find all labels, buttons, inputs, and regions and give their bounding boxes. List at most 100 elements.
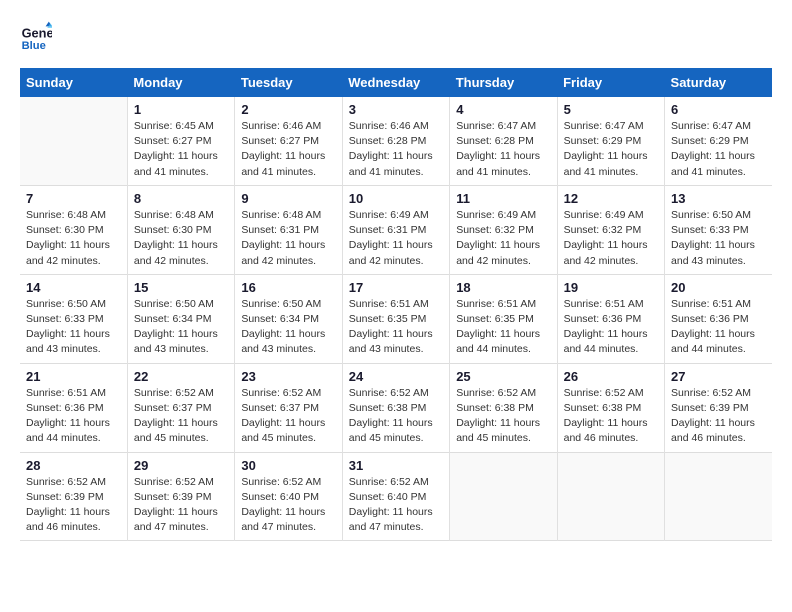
day-info: Sunrise: 6:52 AM Sunset: 6:40 PM Dayligh… — [349, 475, 443, 536]
calendar-cell: 24 Sunrise: 6:52 AM Sunset: 6:38 PM Dayli… — [342, 363, 449, 452]
day-info: Sunrise: 6:52 AM Sunset: 6:38 PM Dayligh… — [349, 386, 443, 447]
calendar-cell: 1 Sunrise: 6:45 AM Sunset: 6:27 PM Daylig… — [127, 97, 234, 185]
day-number: 6 — [671, 102, 766, 117]
day-info: Sunrise: 6:47 AM Sunset: 6:29 PM Dayligh… — [671, 119, 766, 180]
day-number: 29 — [134, 458, 228, 473]
calendar-cell: 10 Sunrise: 6:49 AM Sunset: 6:31 PM Dayli… — [342, 185, 449, 274]
day-info: Sunrise: 6:52 AM Sunset: 6:39 PM Dayligh… — [26, 475, 121, 536]
day-info: Sunrise: 6:51 AM Sunset: 6:35 PM Dayligh… — [349, 297, 443, 358]
day-info: Sunrise: 6:48 AM Sunset: 6:31 PM Dayligh… — [241, 208, 335, 269]
day-info: Sunrise: 6:50 AM Sunset: 6:34 PM Dayligh… — [241, 297, 335, 358]
calendar-cell: 3 Sunrise: 6:46 AM Sunset: 6:28 PM Daylig… — [342, 97, 449, 185]
calendar-cell: 31Sunrise: 6:52 AM Sunset: 6:40 PM Dayli… — [342, 452, 449, 541]
calendar-cell: 4Sunrise: 6:47 AM Sunset: 6:28 PM Daylig… — [450, 97, 557, 185]
calendar-cell: 2Sunrise: 6:46 AM Sunset: 6:27 PM Daylig… — [235, 97, 342, 185]
day-number: 26 — [564, 369, 658, 384]
calendar-cell: 23 Sunrise: 6:52 AM Sunset: 6:37 PM Dayli… — [235, 363, 342, 452]
header-tuesday: Tuesday — [235, 68, 342, 97]
day-info: Sunrise: 6:52 AM Sunset: 6:38 PM Dayligh… — [456, 386, 550, 447]
calendar-cell: 18Sunrise: 6:51 AM Sunset: 6:35 PM Dayli… — [450, 274, 557, 363]
day-number: 20 — [671, 280, 766, 295]
day-number: 3 — [349, 102, 443, 117]
day-info: Sunrise: 6:50 AM Sunset: 6:33 PM Dayligh… — [671, 208, 766, 269]
day-info: Sunrise: 6:47 AM Sunset: 6:29 PM Dayligh… — [564, 119, 658, 180]
day-number: 8 — [134, 191, 228, 206]
day-info: Sunrise: 6:52 AM Sunset: 6:38 PM Dayligh… — [564, 386, 658, 447]
calendar-cell — [665, 452, 772, 541]
calendar-cell: 21Sunrise: 6:51 AM Sunset: 6:36 PM Dayli… — [20, 363, 127, 452]
header-saturday: Saturday — [665, 68, 772, 97]
calendar-week-4: 21Sunrise: 6:51 AM Sunset: 6:36 PM Dayli… — [20, 363, 772, 452]
header-sunday: Sunday — [20, 68, 127, 97]
calendar-cell — [450, 452, 557, 541]
calendar-week-2: 7 Sunrise: 6:48 AM Sunset: 6:30 PM Daylig… — [20, 185, 772, 274]
calendar-cell: 19Sunrise: 6:51 AM Sunset: 6:36 PM Dayli… — [557, 274, 664, 363]
day-number: 22 — [134, 369, 228, 384]
day-info: Sunrise: 6:49 AM Sunset: 6:32 PM Dayligh… — [564, 208, 658, 269]
day-info: Sunrise: 6:48 AM Sunset: 6:30 PM Dayligh… — [26, 208, 121, 269]
day-number: 15 — [134, 280, 228, 295]
day-number: 17 — [349, 280, 443, 295]
logo-icon: General Blue — [20, 20, 52, 52]
day-info: Sunrise: 6:46 AM Sunset: 6:27 PM Dayligh… — [241, 119, 335, 180]
calendar-cell: 7 Sunrise: 6:48 AM Sunset: 6:30 PM Daylig… — [20, 185, 127, 274]
calendar-cell: 28 Sunrise: 6:52 AM Sunset: 6:39 PM Dayli… — [20, 452, 127, 541]
day-info: Sunrise: 6:52 AM Sunset: 6:39 PM Dayligh… — [671, 386, 766, 447]
day-number: 16 — [241, 280, 335, 295]
calendar-cell: 11 Sunrise: 6:49 AM Sunset: 6:32 PM Dayli… — [450, 185, 557, 274]
day-info: Sunrise: 6:52 AM Sunset: 6:39 PM Dayligh… — [134, 475, 228, 536]
calendar-cell — [20, 97, 127, 185]
day-info: Sunrise: 6:45 AM Sunset: 6:27 PM Dayligh… — [134, 119, 228, 180]
day-number: 12 — [564, 191, 658, 206]
day-number: 9 — [241, 191, 335, 206]
calendar-cell: 25 Sunrise: 6:52 AM Sunset: 6:38 PM Dayli… — [450, 363, 557, 452]
day-info: Sunrise: 6:52 AM Sunset: 6:37 PM Dayligh… — [134, 386, 228, 447]
day-info: Sunrise: 6:51 AM Sunset: 6:36 PM Dayligh… — [671, 297, 766, 358]
day-number: 7 — [26, 191, 121, 206]
day-info: Sunrise: 6:49 AM Sunset: 6:31 PM Dayligh… — [349, 208, 443, 269]
logo: General Blue — [20, 20, 56, 52]
day-info: Sunrise: 6:48 AM Sunset: 6:30 PM Dayligh… — [134, 208, 228, 269]
day-number: 10 — [349, 191, 443, 206]
calendar-week-3: 14Sunrise: 6:50 AM Sunset: 6:33 PM Dayli… — [20, 274, 772, 363]
page-header: General Blue — [20, 20, 772, 52]
header-wednesday: Wednesday — [342, 68, 449, 97]
calendar-cell: 22 Sunrise: 6:52 AM Sunset: 6:37 PM Dayli… — [127, 363, 234, 452]
day-info: Sunrise: 6:50 AM Sunset: 6:34 PM Dayligh… — [134, 297, 228, 358]
day-number: 23 — [241, 369, 335, 384]
day-number: 13 — [671, 191, 766, 206]
calendar-cell: 26 Sunrise: 6:52 AM Sunset: 6:38 PM Dayli… — [557, 363, 664, 452]
calendar-cell: 29 Sunrise: 6:52 AM Sunset: 6:39 PM Dayli… — [127, 452, 234, 541]
day-number: 19 — [564, 280, 658, 295]
day-info: Sunrise: 6:47 AM Sunset: 6:28 PM Dayligh… — [456, 119, 550, 180]
calendar-cell: 27 Sunrise: 6:52 AM Sunset: 6:39 PM Dayli… — [665, 363, 772, 452]
day-number: 24 — [349, 369, 443, 384]
day-number: 18 — [456, 280, 550, 295]
calendar-week-1: 1 Sunrise: 6:45 AM Sunset: 6:27 PM Daylig… — [20, 97, 772, 185]
svg-text:Blue: Blue — [22, 40, 46, 52]
header-monday: Monday — [127, 68, 234, 97]
day-number: 14 — [26, 280, 121, 295]
calendar-cell: 5 Sunrise: 6:47 AM Sunset: 6:29 PM Daylig… — [557, 97, 664, 185]
calendar-cell: 15 Sunrise: 6:50 AM Sunset: 6:34 PM Dayli… — [127, 274, 234, 363]
day-number: 11 — [456, 191, 550, 206]
calendar-cell: 13 Sunrise: 6:50 AM Sunset: 6:33 PM Dayli… — [665, 185, 772, 274]
calendar-cell: 17 Sunrise: 6:51 AM Sunset: 6:35 PM Dayli… — [342, 274, 449, 363]
day-info: Sunrise: 6:49 AM Sunset: 6:32 PM Dayligh… — [456, 208, 550, 269]
calendar-cell: 30Sunrise: 6:52 AM Sunset: 6:40 PM Dayli… — [235, 452, 342, 541]
day-number: 25 — [456, 369, 550, 384]
calendar-header-row: SundayMondayTuesdayWednesdayThursdayFrid… — [20, 68, 772, 97]
calendar-table: SundayMondayTuesdayWednesdayThursdayFrid… — [20, 68, 772, 541]
day-number: 1 — [134, 102, 228, 117]
calendar-cell — [557, 452, 664, 541]
calendar-cell: 9 Sunrise: 6:48 AM Sunset: 6:31 PM Daylig… — [235, 185, 342, 274]
day-number: 5 — [564, 102, 658, 117]
header-thursday: Thursday — [450, 68, 557, 97]
day-info: Sunrise: 6:52 AM Sunset: 6:40 PM Dayligh… — [241, 475, 335, 536]
day-info: Sunrise: 6:51 AM Sunset: 6:36 PM Dayligh… — [26, 386, 121, 447]
calendar-cell: 6 Sunrise: 6:47 AM Sunset: 6:29 PM Daylig… — [665, 97, 772, 185]
day-number: 27 — [671, 369, 766, 384]
day-info: Sunrise: 6:52 AM Sunset: 6:37 PM Dayligh… — [241, 386, 335, 447]
day-info: Sunrise: 6:46 AM Sunset: 6:28 PM Dayligh… — [349, 119, 443, 180]
day-number: 28 — [26, 458, 121, 473]
